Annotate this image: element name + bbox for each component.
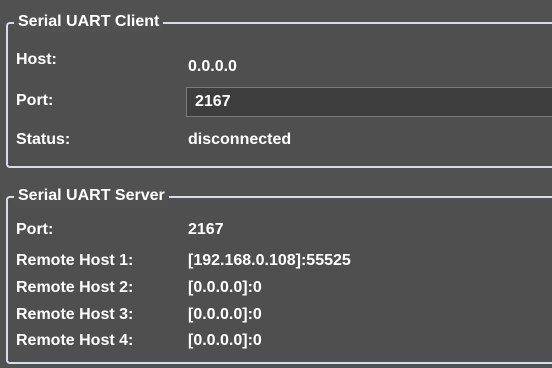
status-label: Status: [16,131,71,148]
remote-host-3-value: [0.0.0.0]:0 [188,306,262,323]
status-value: disconnected [188,131,292,148]
port-input[interactable] [186,87,552,117]
serial-uart-client-legend: Serial UART Client [14,12,164,32]
settings-panel: Serial UART Client Host: 0.0.0.0 Port: S… [0,0,552,368]
remote-host-4-label: Remote Host 4: [16,332,134,349]
remote-host-1-label: Remote Host 1: [16,252,134,269]
remote-host-4-value: [0.0.0.0]:0 [188,332,262,349]
host-value: 0.0.0.0 [188,58,237,75]
remote-host-1-value: [192.168.0.108]:55525 [188,252,351,269]
host-label: Host: [16,51,57,68]
server-port-value: 2167 [188,221,224,238]
remote-host-2-label: Remote Host 2: [16,279,134,296]
remote-host-3-label: Remote Host 3: [16,306,134,323]
server-port-label: Port: [16,221,54,238]
serial-uart-server-legend: Serial UART Server [14,186,169,206]
port-label: Port: [16,92,54,109]
remote-host-2-value: [0.0.0.0]:0 [188,279,262,296]
